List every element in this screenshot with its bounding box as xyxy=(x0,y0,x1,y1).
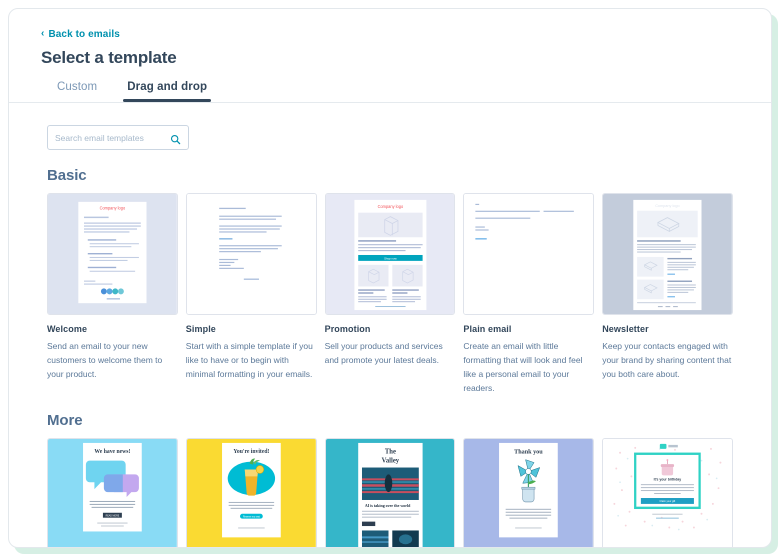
svg-text:It's your birthday: It's your birthday xyxy=(654,477,682,481)
template-description: Create an email with little formatting t… xyxy=(463,341,583,394)
template-thumbnail-promotion[interactable]: Company logo Shop now xyxy=(324,193,456,315)
section-title-more: More xyxy=(47,412,83,430)
tab-drag-and-drop[interactable]: Drag and drop xyxy=(123,81,212,102)
template-name: Simple xyxy=(185,324,216,334)
svg-text:We have news!: We have news! xyxy=(94,449,130,455)
chevron-left-icon: ‹ xyxy=(41,28,45,39)
basic-template-grid: Company logo Welcome Send an email to yo… xyxy=(47,193,733,395)
template-name: Promotion xyxy=(324,324,371,334)
template-thumbnail-plain-email[interactable] xyxy=(463,193,595,315)
svg-text:Shop now: Shop now xyxy=(384,256,397,260)
page-title: Select a template xyxy=(41,48,177,67)
template-description: Start with a simple template if you like… xyxy=(185,341,313,380)
template-name: Welcome xyxy=(47,324,88,334)
svg-text:You're invited!: You're invited! xyxy=(233,449,269,455)
template-thumbnail-welcome[interactable]: Company logo xyxy=(47,193,178,315)
template-thumbnail-thank-you[interactable]: Thank you xyxy=(463,438,595,547)
template-description: Sell your products and services and prom… xyxy=(324,341,443,366)
template-picker-window: ‹ Back to emails Select a template Custo… xyxy=(8,8,772,548)
more-template-grid: We have news! READ MORE Announcement xyxy=(47,438,733,547)
svg-text:Thank you: Thank you xyxy=(515,449,544,456)
template-description: Send an email to your new customers to w… xyxy=(47,341,163,380)
template-thumbnail-newsletter-2[interactable]: The Valley AI is taking over the world xyxy=(324,438,456,547)
svg-text:Reserve my seat: Reserve my seat xyxy=(243,515,260,518)
back-to-emails-label: Back to emails xyxy=(48,28,120,40)
template-card-birthday[interactable]: It's your birthday Claim your gift Birth… xyxy=(602,438,733,547)
svg-text:Company logo: Company logo xyxy=(655,204,679,208)
template-card-announcement[interactable]: We have news! READ MORE Announcement xyxy=(47,438,178,547)
template-card-newsletter-2[interactable]: The Valley AI is taking over the world xyxy=(324,438,456,547)
template-card-promotion[interactable]: Company logo Shop now Promotion Sell you… xyxy=(324,193,456,395)
template-thumbnail-announcement[interactable]: We have news! READ MORE xyxy=(47,438,178,547)
template-card-newsletter[interactable]: Company logo Newsletter Keep your contac… xyxy=(602,193,733,395)
svg-text:Company logo: Company logo xyxy=(377,204,403,209)
template-card-thank-you[interactable]: Thank you xyxy=(463,438,595,547)
tab-bar: Custom Drag and drop xyxy=(41,81,739,102)
search-box[interactable] xyxy=(47,125,189,150)
template-card-plain-email[interactable]: Plain email Create an email with little … xyxy=(463,193,595,395)
svg-text:The: The xyxy=(384,449,395,456)
template-card-event-invitation[interactable]: You're invited! Reserve my seat xyxy=(185,438,317,547)
template-name: Plain email xyxy=(463,324,512,334)
svg-text:Valley: Valley xyxy=(381,458,399,465)
template-name: Newsletter xyxy=(602,324,649,334)
template-card-simple[interactable]: Simple Start with a simple template if y… xyxy=(185,193,317,395)
template-thumbnail-simple[interactable] xyxy=(185,193,317,315)
svg-text:READ MORE: READ MORE xyxy=(106,514,120,517)
page-body: Basic Company logo xyxy=(9,103,771,547)
search-icon[interactable] xyxy=(170,132,181,145)
template-description: Keep your contacts engaged with your bra… xyxy=(602,341,732,380)
svg-text:Claim your gift: Claim your gift xyxy=(660,500,676,503)
page-header: ‹ Back to emails Select a template Custo… xyxy=(9,9,771,103)
search-input[interactable] xyxy=(55,132,170,143)
template-thumbnail-event-invitation[interactable]: You're invited! Reserve my seat xyxy=(185,438,317,547)
svg-text:AI is taking over the world: AI is taking over the world xyxy=(364,503,410,508)
tab-custom[interactable]: Custom xyxy=(57,81,97,102)
section-title-basic: Basic xyxy=(47,167,87,184)
template-thumbnail-newsletter[interactable]: Company logo xyxy=(602,193,733,315)
template-thumbnail-birthday[interactable]: It's your birthday Claim your gift xyxy=(602,438,733,547)
template-card-welcome[interactable]: Company logo Welcome Send an email to yo… xyxy=(47,193,178,395)
back-to-emails-link[interactable]: ‹ Back to emails xyxy=(41,29,120,40)
svg-text:Company logo: Company logo xyxy=(100,206,126,211)
